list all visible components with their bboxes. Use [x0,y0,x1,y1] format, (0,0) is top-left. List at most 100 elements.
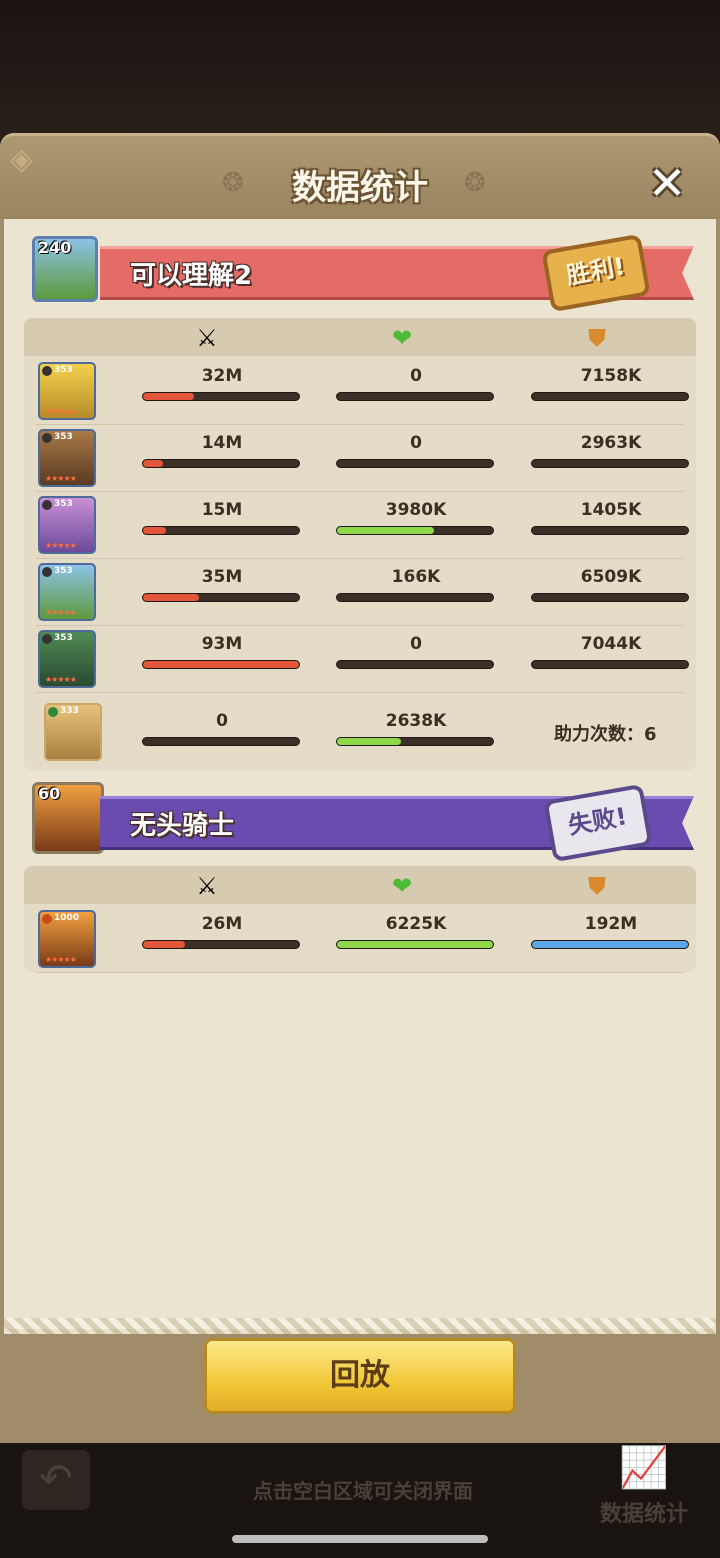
heal-value: 6225K [385,914,447,934]
close-button[interactable]: ✕ [644,160,690,206]
tank-bar-fill [532,941,688,948]
hero-level: 353 [54,566,73,576]
heal-bar [336,593,494,602]
hero-row: 353 ★★★★★ 32M 0 7158K [36,358,689,425]
damage-value: 26M [201,914,243,934]
heart-plus-icon: ❤ [391,872,413,900]
hero-level: 353 [54,499,73,509]
crossed-swords-icon: ⚔ [196,324,218,352]
hero-avatar[interactable]: 353 ★★★★★ [38,362,96,420]
damage-bar-fill [143,460,164,467]
damage-bar [142,459,300,468]
background [0,0,720,140]
tank-bar [531,593,689,602]
heal-bar-fill [337,527,434,534]
hero-row: 353 ★★★★★ 93M 0 7044K [36,626,689,693]
damage-bar [142,392,300,401]
team2-name: 无头骑士 [130,811,235,841]
heal-bar-fill [337,941,493,948]
damage-value: 15M [201,500,243,520]
pet-avatar[interactable]: 333 [44,703,102,761]
damage-bar-fill [143,661,299,668]
assist-count: 助力次数：6 [554,724,657,745]
damage-bar-fill [143,393,195,400]
hero-level: 353 [54,633,73,643]
heal-bar [336,392,494,401]
star-rating-icon: ★★★★★ [45,407,77,416]
hero-level: 353 [54,365,73,375]
heal-bar [336,526,494,535]
shield-icon: ⛊ [588,324,606,352]
damage-bar [142,660,300,669]
panel-title: 数据统计 [292,168,428,208]
tank-bar [531,660,689,669]
heal-bar-fill [337,738,401,745]
damage-value: 35M [201,567,243,587]
tank-value: 1405K [580,500,642,520]
star-rating-icon: ★★★★★ [45,608,77,617]
damage-value: 0 [216,711,228,731]
damage-bar [142,940,300,949]
heal-value: 166K [391,567,441,587]
heal-bar [336,737,494,746]
tank-bar [531,940,689,949]
hero-row: 1000 ★★★★★ 26M 6225K 192M [36,906,689,973]
tank-value: 7044K [580,634,642,654]
faction-icon [42,500,52,510]
star-rating-icon: ★★★★★ [45,675,77,684]
team1-level: 240 [38,238,72,257]
team1-avatar[interactable]: 240 [32,236,98,302]
heal-bar [336,940,494,949]
pet-row: 333 0 2638K 助力次数：6 [36,693,684,769]
faction-icon [42,567,52,577]
stats-button-label: 数据统计 [599,1502,688,1527]
chart-icon: 📈 [619,1445,669,1491]
shield-icon: ⛊ [588,872,606,900]
team2-stats-table: ⚔ ❤ ⛊ 1000 ★★★★★ 26M 6225K 192M [24,866,696,973]
heal-value: 0 [410,634,422,654]
damage-bar-fill [143,594,200,601]
faction-icon [42,433,52,443]
hero-avatar[interactable]: 353 ★★★★★ [38,496,96,554]
heal-bar [336,660,494,669]
hero-avatar[interactable]: 353 ★★★★★ [38,563,96,621]
team1-name: 可以理解2 [130,261,253,291]
stats-button[interactable]: 📈 数据统计 [592,1440,696,1530]
hero-avatar[interactable]: 353 ★★★★★ [38,630,96,688]
tank-value: 7158K [580,366,642,386]
table-header: ⚔ ❤ ⛊ [24,866,696,904]
faction-icon [42,914,52,924]
faction-icon [42,634,52,644]
star-rating-icon: ★★★★★ [45,541,77,550]
heal-value: 0 [410,366,422,386]
table-header: ⚔ ❤ ⛊ [24,318,696,356]
panel-edge-decoration [4,1318,716,1334]
tank-bar [531,392,689,401]
hero-avatar[interactable]: 1000 ★★★★★ [38,910,96,968]
damage-value: 93M [201,634,243,654]
close-icon: ✕ [647,156,687,210]
team2-avatar[interactable]: 60 [32,782,104,854]
star-rating-icon: ★★★★★ [45,474,77,483]
hero-avatar[interactable]: 353 ★★★★★ [38,429,96,487]
faction-icon [48,707,58,717]
hero-row: 353 ★★★★★ 15M 3980K 1405K [36,492,689,559]
heal-value: 0 [410,433,422,453]
damage-bar [142,526,300,535]
heal-value: 2638K [385,711,447,731]
damage-value: 32M [201,366,243,386]
replay-button[interactable]: 回放 [204,1338,516,1414]
pet-level: 333 [60,706,79,716]
team2-level: 60 [38,784,61,803]
damage-bar-fill [143,527,167,534]
heal-value: 3980K [385,500,447,520]
hero-row: 353 ★★★★★ 14M 0 2963K [36,425,689,492]
tank-value: 6509K [580,567,642,587]
faction-icon [42,366,52,376]
damage-bar-fill [143,941,186,948]
heart-plus-icon: ❤ [391,324,413,352]
damage-value: 14M [201,433,243,453]
star-rating-icon: ★★★★★ [45,955,77,964]
damage-bar [142,737,300,746]
home-indicator[interactable] [232,1535,488,1543]
